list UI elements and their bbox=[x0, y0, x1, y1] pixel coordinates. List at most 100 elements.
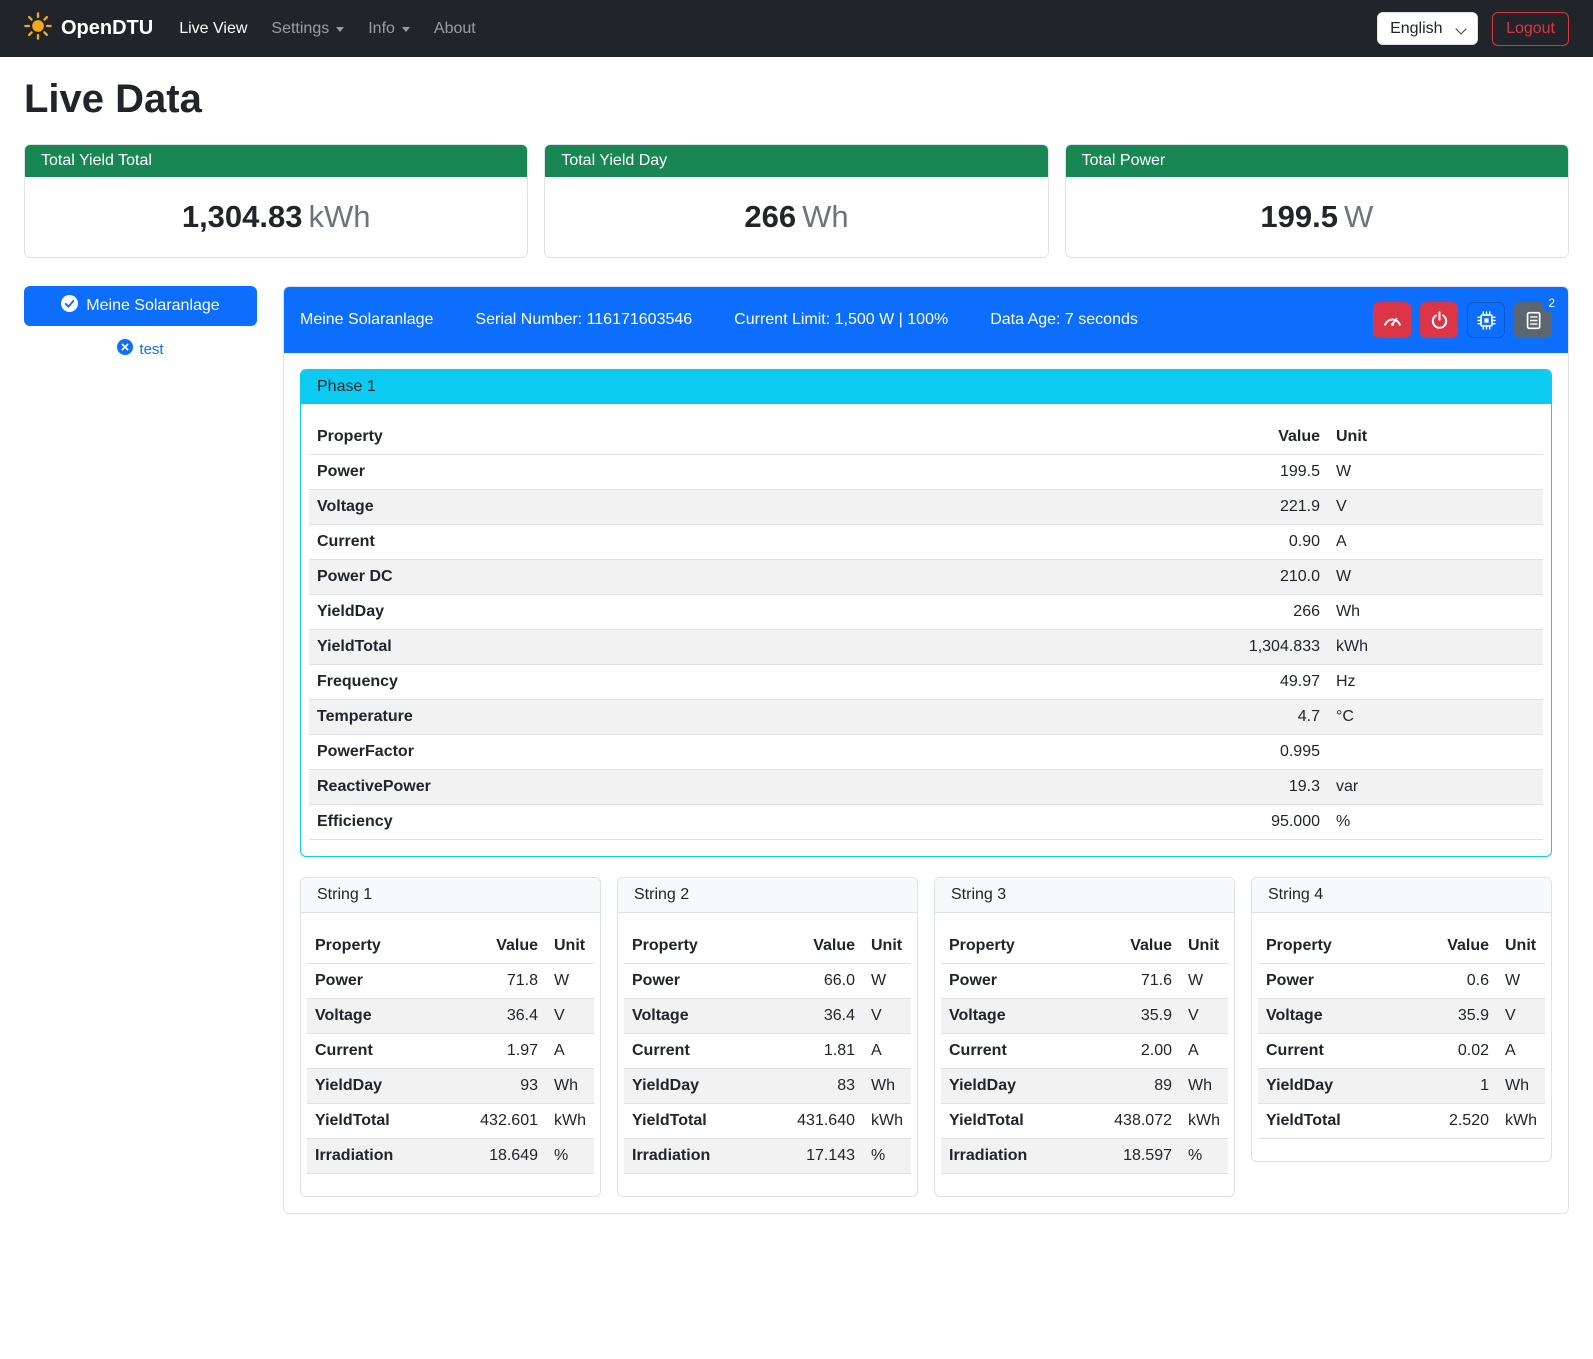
gauge-icon bbox=[1383, 311, 1402, 330]
table-row: Voltage 36.4 V bbox=[624, 999, 911, 1034]
property-cell: YieldDay bbox=[307, 1069, 441, 1104]
brand-label: OpenDTU bbox=[61, 17, 153, 40]
property-cell: YieldDay bbox=[309, 595, 919, 630]
value-cell: 2.520 bbox=[1404, 1104, 1497, 1139]
table-row: Power 0.6 W bbox=[1258, 964, 1545, 999]
inverter-item-test[interactable]: test bbox=[24, 339, 257, 359]
event-count-badge: 2 bbox=[1542, 294, 1561, 312]
property-cell: Power bbox=[624, 964, 758, 999]
value-cell: 95.000 bbox=[919, 805, 1328, 840]
content-row: Meine Solaranlage test Meine Solaranlage… bbox=[24, 286, 1569, 1214]
col-value: Value bbox=[441, 929, 546, 964]
value-cell: 1.81 bbox=[758, 1034, 863, 1069]
current-limit: Current Limit: 1,500 W | 100% bbox=[734, 311, 948, 329]
unit-cell: var bbox=[1328, 770, 1543, 805]
unit-cell: % bbox=[1328, 805, 1543, 840]
table-row: Power 66.0 W bbox=[624, 964, 911, 999]
table-row: Frequency 49.97 Hz bbox=[309, 665, 1543, 700]
summary-cards-row: Total Yield Total 1,304.83kWh Total Yiel… bbox=[24, 144, 1569, 258]
unit-cell: % bbox=[1180, 1139, 1228, 1174]
table-row: Irradiation 17.143 % bbox=[624, 1139, 911, 1174]
nav-live-view-label: Live View bbox=[179, 20, 247, 38]
unit-cell: W bbox=[1328, 455, 1543, 490]
value-cell: 199.5 bbox=[919, 455, 1328, 490]
table-header-row: Property Value Unit bbox=[1258, 929, 1545, 964]
nav-live-view[interactable]: Live View bbox=[171, 12, 255, 46]
table-row: PowerFactor 0.995 bbox=[309, 735, 1543, 770]
property-cell: YieldTotal bbox=[941, 1104, 1075, 1139]
unit-cell: A bbox=[863, 1034, 911, 1069]
table-row: Irradiation 18.597 % bbox=[941, 1139, 1228, 1174]
table-row: YieldTotal 2.520 kWh bbox=[1258, 1104, 1545, 1139]
total-yield-day-card: Total Yield Day 266Wh bbox=[544, 144, 1048, 258]
value-cell: 0.6 bbox=[1404, 964, 1497, 999]
card-unit: Wh bbox=[802, 199, 849, 234]
table-row: YieldDay 93 Wh bbox=[307, 1069, 594, 1104]
panel-action-buttons: 2 bbox=[1373, 302, 1552, 338]
property-cell: YieldTotal bbox=[309, 630, 919, 665]
value-cell: 18.597 bbox=[1075, 1139, 1180, 1174]
string-table: Property Value Unit Power bbox=[1258, 929, 1545, 1139]
value-cell: 71.6 bbox=[1075, 964, 1180, 999]
value-cell: 83 bbox=[758, 1069, 863, 1104]
value-cell: 0.90 bbox=[919, 525, 1328, 560]
col-value: Value bbox=[1075, 929, 1180, 964]
table-row: YieldDay 89 Wh bbox=[941, 1069, 1228, 1104]
nav-settings[interactable]: Settings bbox=[263, 12, 352, 46]
inverter-select-button[interactable]: Meine Solaranlage bbox=[24, 286, 257, 326]
device-info-button[interactable] bbox=[1467, 302, 1505, 338]
x-circle-icon[interactable] bbox=[117, 339, 133, 359]
unit-cell: Wh bbox=[1328, 595, 1543, 630]
check-circle-icon bbox=[61, 295, 78, 317]
table-row: Voltage 221.9 V bbox=[309, 490, 1543, 525]
limit-settings-button[interactable] bbox=[1373, 302, 1411, 338]
table-row: Power 71.6 W bbox=[941, 964, 1228, 999]
unit-cell: A bbox=[546, 1034, 594, 1069]
table-row: Efficiency 95.000 % bbox=[309, 805, 1543, 840]
strings-row: String 1 Property Value Unit bbox=[300, 877, 1552, 1197]
table-row: YieldTotal 1,304.833 kWh bbox=[309, 630, 1543, 665]
table-header-row: Property Value Unit bbox=[309, 420, 1543, 455]
nav-info[interactable]: Info bbox=[360, 12, 418, 46]
unit-cell: kWh bbox=[1497, 1104, 1545, 1139]
unit-cell: Wh bbox=[863, 1069, 911, 1104]
card-value: 266 bbox=[744, 199, 796, 234]
property-cell: Irradiation bbox=[624, 1139, 758, 1174]
cpu-icon bbox=[1477, 311, 1496, 330]
value-cell: 1 bbox=[1404, 1069, 1497, 1104]
value-cell: 432.601 bbox=[441, 1104, 546, 1139]
value-cell: 210.0 bbox=[919, 560, 1328, 595]
table-row: Power 71.8 W bbox=[307, 964, 594, 999]
card-body: 199.5W bbox=[1066, 177, 1568, 257]
inverter-panel-body: Phase 1 Property Value Unit bbox=[284, 353, 1568, 1213]
chevron-down-icon bbox=[402, 27, 410, 32]
power-button[interactable] bbox=[1420, 302, 1458, 338]
sun-logo-icon bbox=[24, 12, 52, 46]
table-header-row: Property Value Unit bbox=[941, 929, 1228, 964]
table-row: Irradiation 18.649 % bbox=[307, 1139, 594, 1174]
value-cell: 0.995 bbox=[919, 735, 1328, 770]
property-cell: YieldTotal bbox=[1258, 1104, 1404, 1139]
property-cell: Power bbox=[941, 964, 1075, 999]
string-1-card: String 1 Property Value Unit bbox=[300, 877, 601, 1197]
string-card-title: String 3 bbox=[935, 878, 1234, 913]
string-4-card: String 4 Property Value Unit bbox=[1251, 877, 1552, 1162]
serial-number: Serial Number: 116171603546 bbox=[475, 311, 692, 329]
col-value: Value bbox=[758, 929, 863, 964]
property-cell: Current bbox=[307, 1034, 441, 1069]
table-row: Voltage 36.4 V bbox=[307, 999, 594, 1034]
nav-about[interactable]: About bbox=[426, 12, 484, 46]
brand[interactable]: OpenDTU bbox=[24, 12, 153, 46]
inverter-panel: Meine Solaranlage Serial Number: 1161716… bbox=[283, 286, 1569, 1214]
event-log-button[interactable]: 2 bbox=[1514, 302, 1552, 338]
language-select[interactable]: English bbox=[1377, 12, 1478, 45]
string-card-title: String 2 bbox=[618, 878, 917, 913]
property-cell: Irradiation bbox=[941, 1139, 1075, 1174]
table-row: Power 199.5 W bbox=[309, 455, 1543, 490]
unit-cell: kWh bbox=[1180, 1104, 1228, 1139]
inverter-sidebar: Meine Solaranlage test bbox=[24, 286, 257, 359]
logout-button[interactable]: Logout bbox=[1492, 12, 1569, 46]
col-property: Property bbox=[941, 929, 1075, 964]
unit-cell: Hz bbox=[1328, 665, 1543, 700]
col-property: Property bbox=[307, 929, 441, 964]
